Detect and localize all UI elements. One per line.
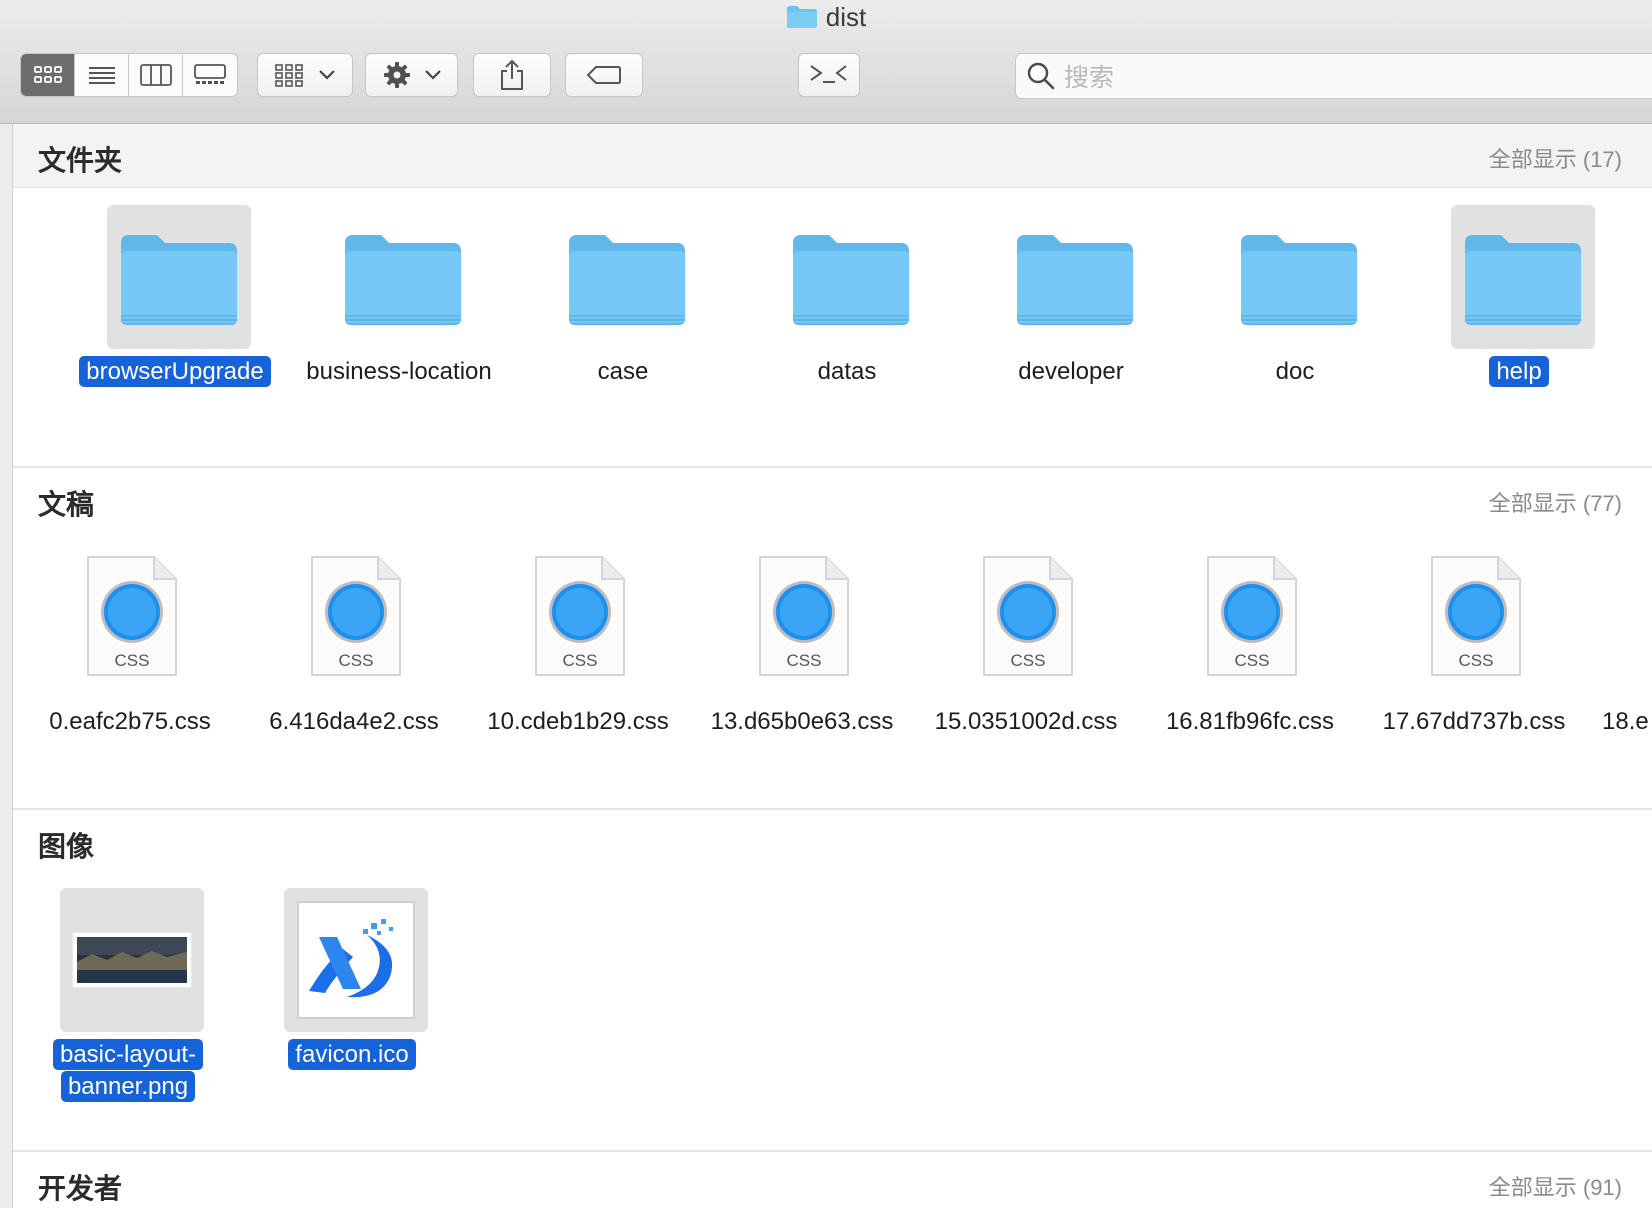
gallery-view-button[interactable] [183, 54, 237, 96]
folder-label: doc [1275, 358, 1315, 385]
folder-icon [331, 205, 475, 349]
image-label-line1: basic-layout- [52, 1039, 204, 1070]
images-section-header: 图像 [13, 810, 1652, 874]
document-label: 6.416da4e2.css [269, 708, 439, 735]
folder-label: browserUpgrade [79, 356, 271, 387]
folders-section-title: 文件夹 [38, 145, 123, 176]
column-view-button[interactable] [129, 54, 183, 96]
group-grid-icon [275, 64, 303, 87]
document-label-partial[interactable]: 18.e [1602, 708, 1652, 736]
folders-show-all-link[interactable]: 全部显示 (17) [1489, 142, 1622, 174]
folder-label: case [597, 358, 649, 385]
developer-section-header: 开发者 全部显示 (91) [13, 1152, 1652, 1216]
documents-section-title: 文稿 [38, 489, 95, 520]
folder-label: business-location [306, 358, 492, 385]
developer-section-title: 开发者 [38, 1173, 123, 1204]
icon-view-button[interactable] [21, 54, 75, 96]
css-badge-label: CSS [787, 651, 822, 670]
css-file-icon: CSS [1204, 555, 1300, 679]
gallery-icon [194, 64, 226, 84]
image-label-line2: banner.png [60, 1071, 196, 1102]
search-field[interactable]: 搜索 [1015, 53, 1652, 99]
search-icon [1027, 62, 1055, 90]
banner-thumbnail [60, 888, 204, 1032]
window-title-text: dist [825, 2, 867, 32]
developer-show-all-link[interactable]: 全部显示 (91) [1489, 1170, 1622, 1202]
css-badge-label: CSS [563, 651, 598, 670]
css-badge-label: CSS [339, 651, 374, 670]
css-file-icon: CSS [532, 555, 628, 679]
folder-label: developer [1018, 358, 1124, 385]
chevron-down-icon [319, 70, 335, 80]
document-label: 15.0351002d.css [934, 708, 1118, 735]
list-view-button[interactable] [75, 54, 129, 96]
columns-icon [139, 64, 172, 86]
list-icon [88, 67, 115, 84]
terminal-icon [810, 65, 847, 83]
images-section-title: 图像 [38, 831, 95, 862]
terminal-button[interactable] [798, 53, 860, 97]
folder-label: datas [817, 358, 877, 385]
css-file-icon: CSS [756, 555, 852, 679]
toolbar: dist 搜索 [0, 0, 1652, 124]
document-label: 16.81fb96fc.css [1165, 708, 1335, 735]
folder-icon [1003, 205, 1147, 349]
chevron-down-icon [424, 70, 441, 80]
document-label: 0.eafc2b75.css [49, 708, 211, 735]
folder-label: help [1489, 356, 1549, 387]
documents-section-header: 文稿 全部显示 (77) [13, 468, 1652, 532]
folder-icon [555, 205, 699, 349]
favicon-thumbnail [284, 888, 428, 1032]
grid-icon [33, 66, 62, 83]
image-label: favicon.ico [288, 1039, 416, 1070]
window-title: dist [0, 2, 1652, 33]
action-button[interactable] [365, 53, 458, 97]
folder-icon [107, 205, 251, 349]
css-badge-label: CSS [1459, 651, 1494, 670]
document-label: 17.67dd737b.css [1382, 708, 1566, 735]
css-file-icon: CSS [84, 555, 180, 679]
css-file-icon: CSS [980, 555, 1076, 679]
folders-section-header: 文件夹 全部显示 (17) [13, 124, 1652, 188]
css-badge-label: CSS [1235, 651, 1270, 670]
view-mode-segment[interactable] [20, 53, 238, 97]
document-label: 10.cdeb1b29.css [487, 708, 669, 735]
css-file-icon: CSS [1428, 555, 1524, 679]
left-edge [0, 124, 13, 1208]
document-label: 13.d65b0e63.css [710, 708, 894, 735]
css-file-icon: CSS [308, 555, 404, 679]
css-badge-label: CSS [1011, 651, 1046, 670]
share-button[interactable] [473, 53, 551, 97]
documents-show-all-link[interactable]: 全部显示 (77) [1489, 486, 1622, 518]
css-badge-label: CSS [115, 651, 150, 670]
tag-icon [586, 66, 621, 84]
tag-button[interactable] [565, 53, 643, 97]
group-by-button[interactable] [257, 53, 353, 97]
gear-icon [383, 62, 410, 88]
folder-icon [1451, 205, 1595, 349]
folder-icon [1227, 205, 1371, 349]
share-icon [501, 59, 523, 90]
folder-icon [786, 5, 818, 29]
search-input[interactable]: 搜索 [1064, 58, 1114, 94]
folder-icon [779, 205, 923, 349]
